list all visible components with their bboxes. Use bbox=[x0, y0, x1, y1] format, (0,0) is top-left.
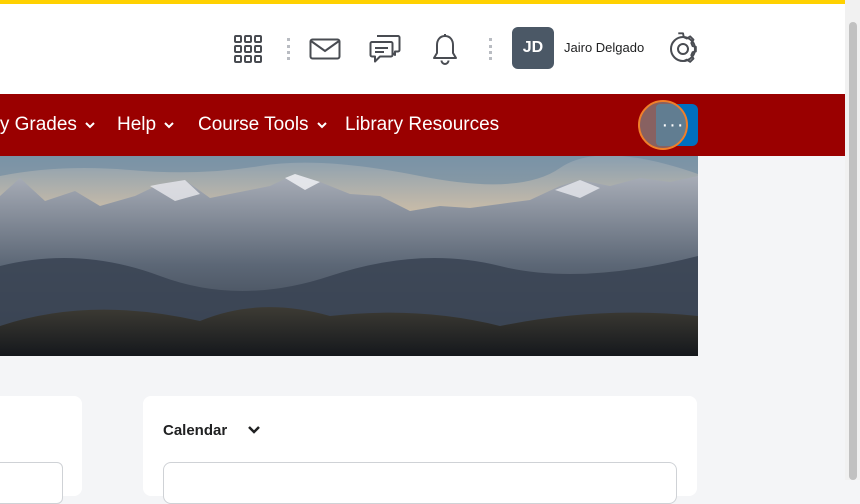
chevron-down-icon bbox=[85, 122, 95, 129]
nav-item-label: Library Resources bbox=[345, 114, 500, 135]
widget-card-left bbox=[0, 396, 82, 504]
nav-item-my-grades[interactable]: My Grades bbox=[0, 94, 95, 156]
gear-icon[interactable] bbox=[666, 32, 700, 66]
click-highlight-ring: ··· bbox=[638, 100, 688, 150]
nav-item-label: My Grades bbox=[0, 114, 77, 135]
calendar-widget: Calendar bbox=[143, 396, 697, 504]
calendar-title: Calendar bbox=[163, 422, 228, 439]
nav-item-library-resources[interactable]: Library Resources bbox=[345, 94, 499, 156]
chevron-down-icon bbox=[316, 122, 327, 129]
scrollbar-thumb[interactable] bbox=[849, 22, 857, 480]
chat-icon[interactable] bbox=[368, 32, 402, 66]
nav-item-help[interactable]: Help bbox=[117, 94, 174, 156]
nav-item-label: Help bbox=[117, 114, 157, 135]
widget-field[interactable] bbox=[0, 462, 63, 504]
course-banner-image bbox=[0, 156, 698, 356]
calendar-content-box[interactable] bbox=[163, 462, 677, 504]
mail-icon[interactable] bbox=[308, 36, 342, 62]
header-separator bbox=[489, 38, 492, 60]
bell-icon[interactable] bbox=[430, 32, 460, 66]
avatar-initials: JD bbox=[522, 39, 544, 56]
user-name[interactable]: Jairo Delgado bbox=[564, 40, 644, 55]
apps-grid-icon[interactable] bbox=[232, 34, 264, 64]
chevron-down-icon bbox=[164, 122, 174, 129]
avatar[interactable]: JD bbox=[512, 27, 554, 69]
more-dots-icon: ··· bbox=[661, 113, 685, 136]
nav-item-label: Course Tools bbox=[198, 114, 309, 135]
nav-more-button[interactable]: ··· bbox=[638, 100, 698, 150]
chevron-down-icon[interactable] bbox=[247, 425, 261, 435]
header-separator bbox=[287, 38, 290, 60]
header bbox=[0, 4, 845, 94]
nav-item-course-tools[interactable]: Course Tools bbox=[198, 94, 327, 156]
